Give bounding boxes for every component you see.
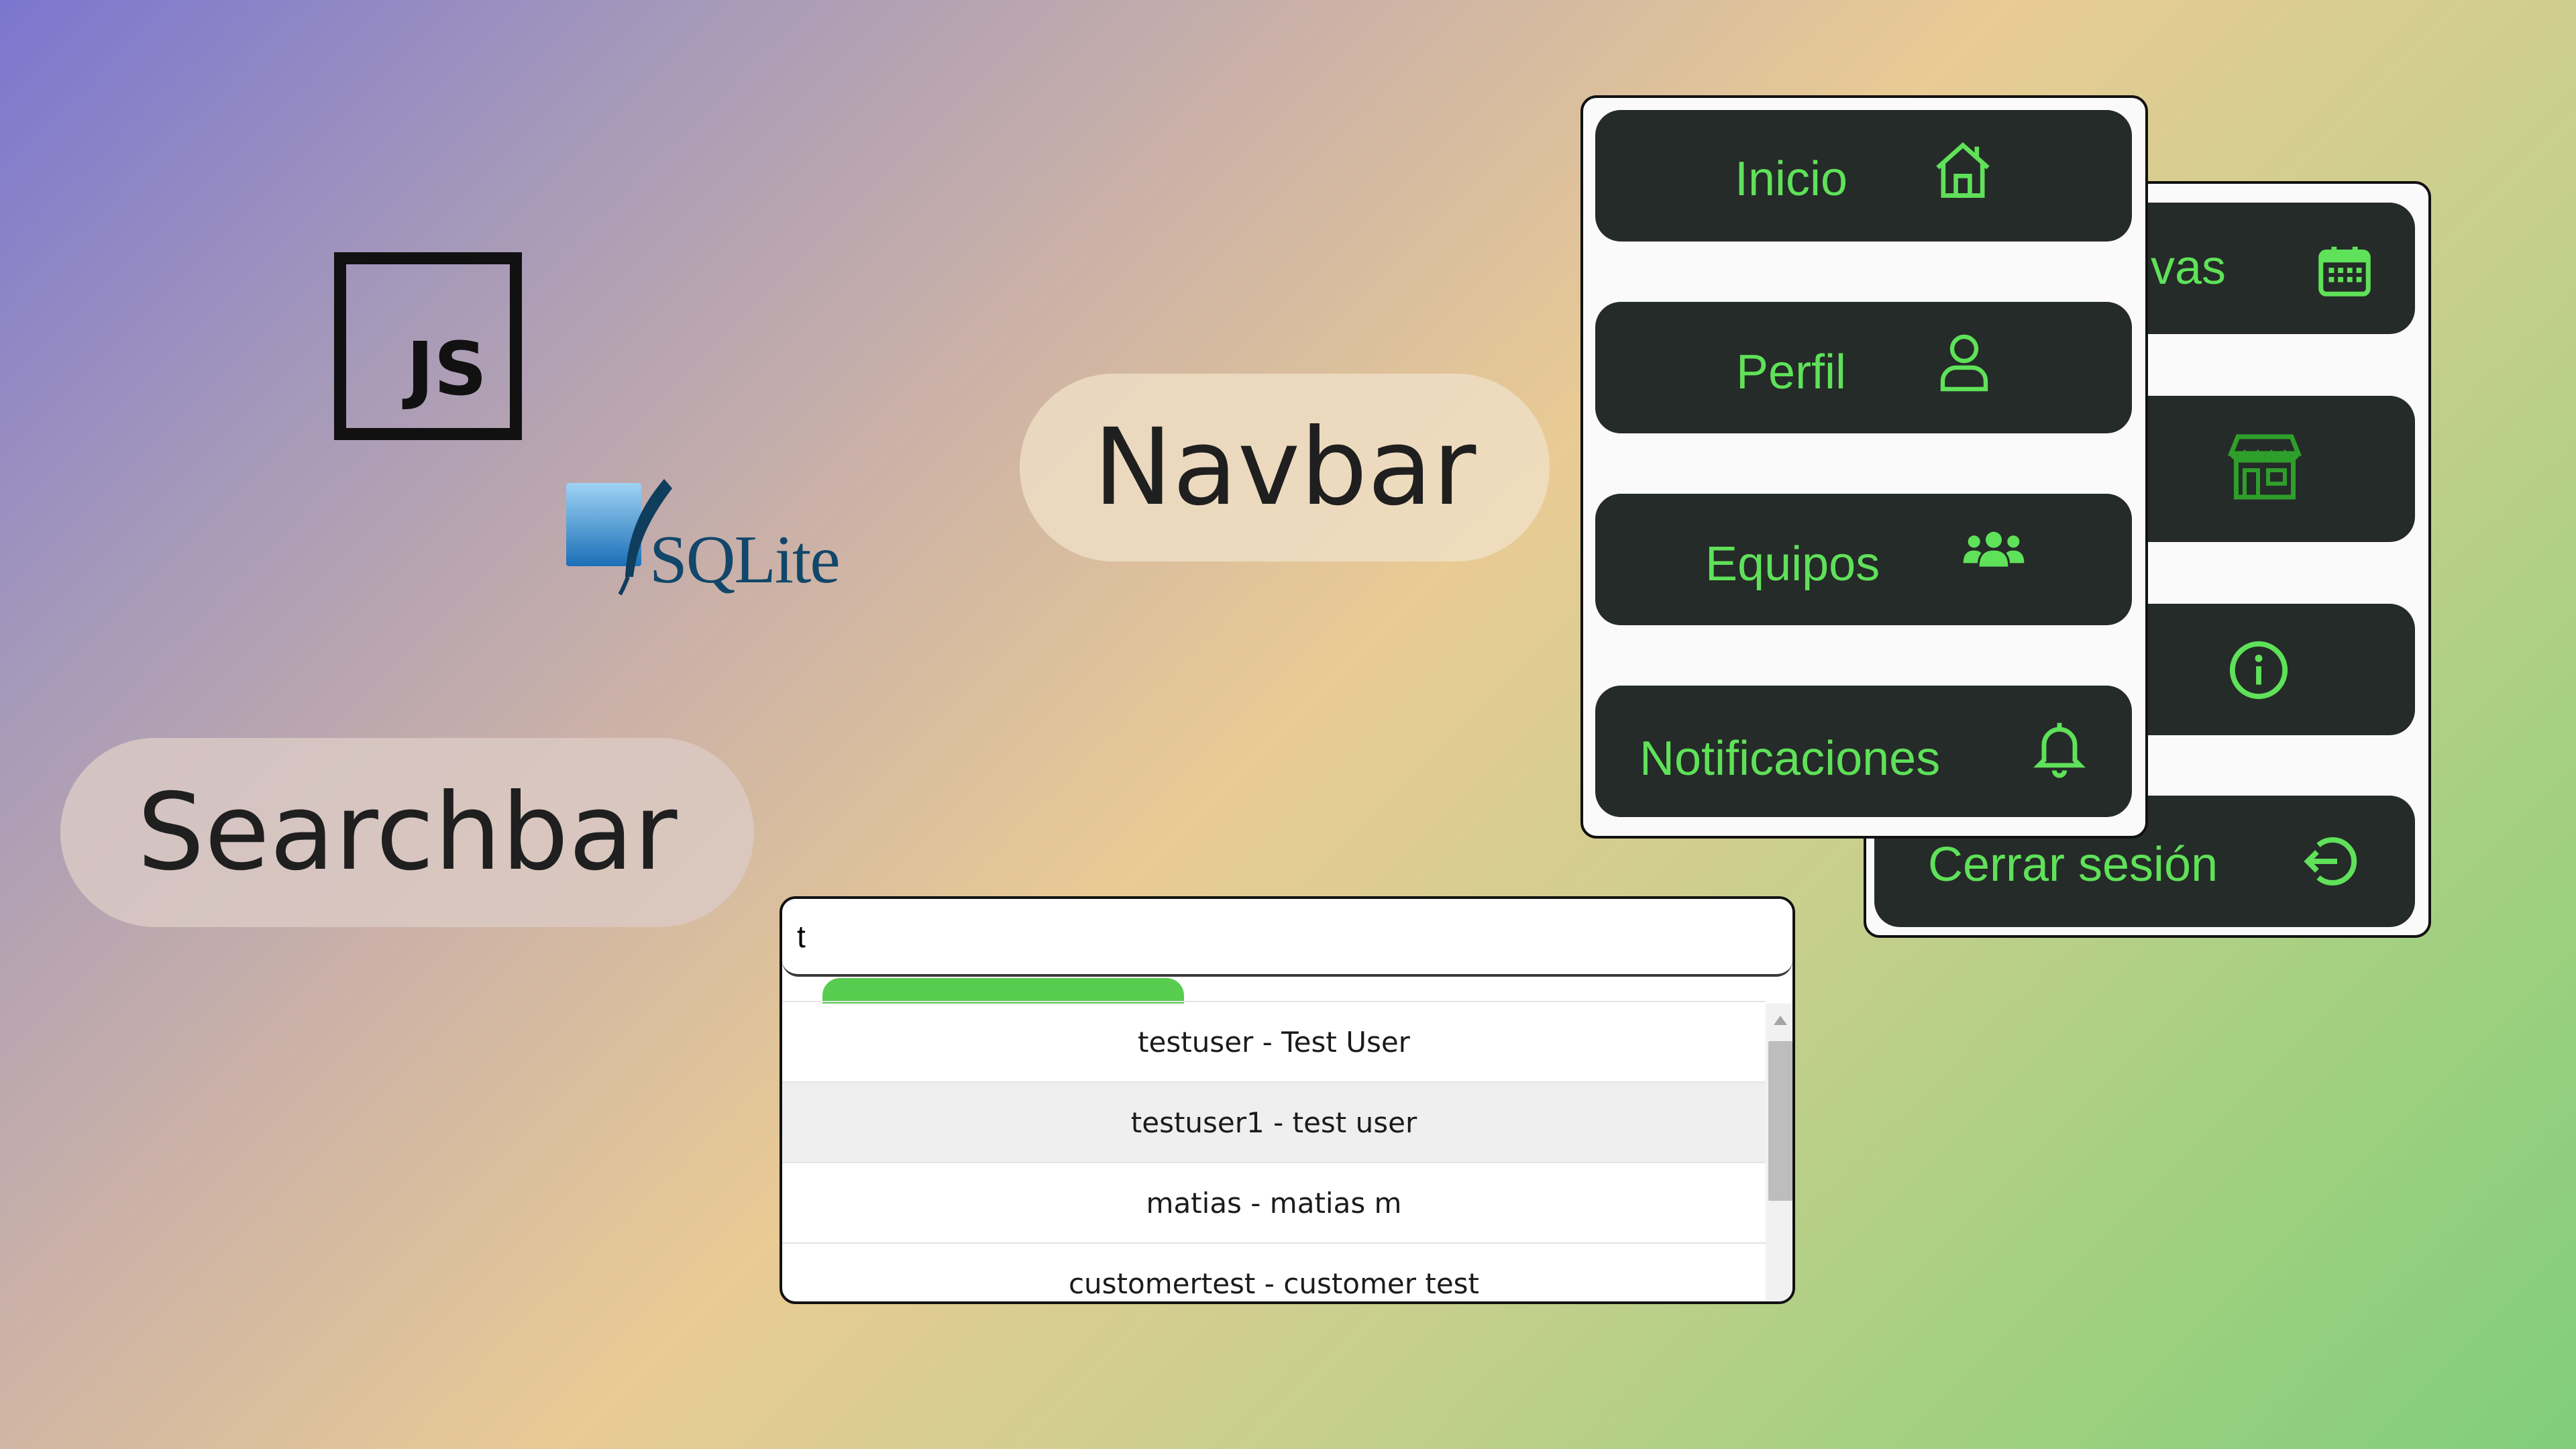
- store-icon: [2227, 434, 2302, 500]
- search-loading-bar: [822, 978, 1480, 1004]
- navbar-label-pill: Navbar: [1020, 374, 1550, 561]
- search-result-item[interactable]: customertest - customer test: [782, 1242, 1766, 1301]
- nav-button-inicio-label: Inicio: [1735, 152, 1848, 206]
- search-loading-bar-fill: [822, 978, 1184, 1004]
- javascript-logo-text: JS: [406, 326, 487, 412]
- nav-button-notificaciones[interactable]: Notificaciones: [1595, 686, 2132, 817]
- users-icon: [1963, 531, 2025, 567]
- searchbar-widget: testuser - Test User testuser1 - test us…: [780, 896, 1795, 1304]
- search-input[interactable]: [782, 899, 1792, 977]
- javascript-logo: JS: [334, 252, 522, 440]
- navbar-panel-front: Inicio Perfil Equipos Notificaciones: [1580, 95, 2148, 839]
- nav-button-notificaciones-label: Notificaciones: [1640, 732, 1941, 786]
- search-results-list: testuser - Test User testuser1 - test us…: [782, 1001, 1766, 1301]
- scrollbar-thumb[interactable]: [1768, 1041, 1792, 1201]
- nav-button-inicio[interactable]: Inicio: [1595, 110, 2132, 241]
- home-icon: [1936, 142, 1990, 198]
- search-result-item[interactable]: testuser1 - test user: [782, 1081, 1766, 1162]
- nav-button-equipos-label: Equipos: [1705, 537, 1880, 591]
- nav-button-cerrar-sesion-label: Cerrar sesión: [1928, 838, 2218, 892]
- nav-button-perfil[interactable]: Perfil: [1595, 302, 2132, 433]
- sqlite-logo: SQLite: [564, 476, 841, 598]
- searchbar-label-pill: Searchbar: [60, 738, 754, 927]
- search-result-item[interactable]: testuser - Test User: [782, 1001, 1766, 1081]
- searchbar-label: Searchbar: [137, 771, 678, 894]
- logout-icon: [2304, 837, 2357, 885]
- nav-button-perfil-label: Perfil: [1736, 345, 1847, 399]
- search-results-scrollbar[interactable]: [1766, 1004, 1792, 1301]
- bell-icon: [2033, 722, 2086, 778]
- scroll-up-arrow-icon[interactable]: [1774, 1016, 1787, 1025]
- nav-button-reservas-label: vas: [2151, 241, 2226, 294]
- search-result-item[interactable]: matias - matias m: [782, 1162, 1766, 1242]
- user-icon: [1940, 334, 1988, 392]
- calendar-icon: [2318, 246, 2371, 297]
- info-icon: [2229, 641, 2288, 700]
- navbar-label: Navbar: [1093, 406, 1477, 529]
- nav-button-equipos[interactable]: Equipos: [1595, 494, 2132, 625]
- sqlite-logo-text: SQLite: [649, 522, 841, 598]
